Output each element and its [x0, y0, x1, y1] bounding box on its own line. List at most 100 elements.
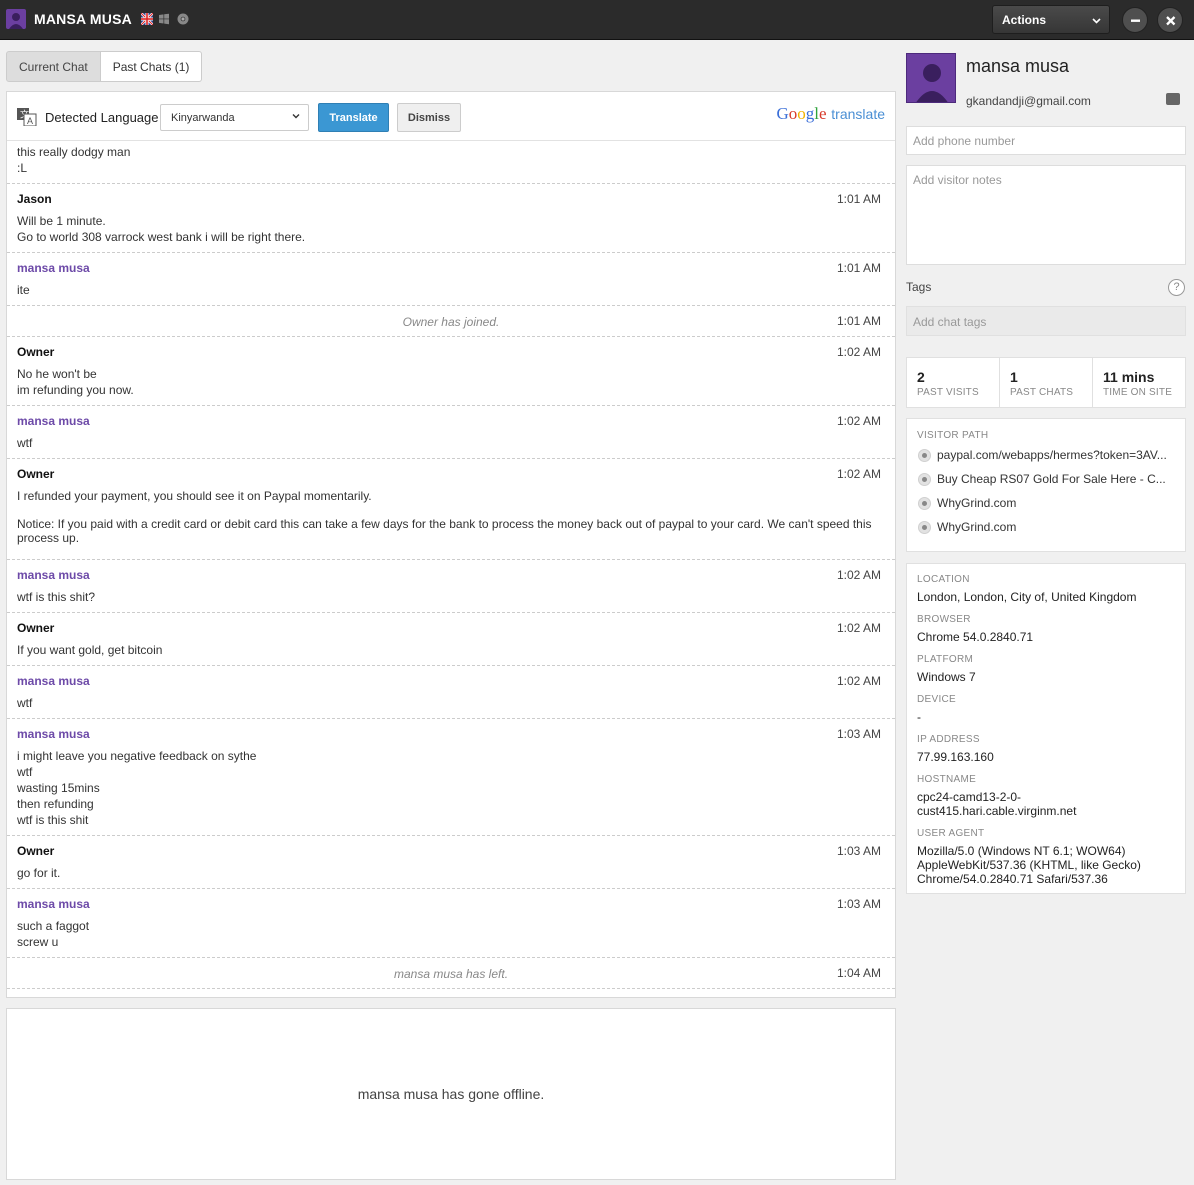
windows-icon: [158, 13, 170, 25]
visitor-message: mansa musa 1:03 AM i might leave you negat…: [7, 719, 895, 836]
path-item-label: WhyGrind.com: [937, 496, 1017, 510]
message-line: such a faggot: [17, 919, 90, 933]
message-body: go for it.: [17, 865, 60, 881]
chat-panel: 文A Detected Language Kinyarwanda Transla…: [6, 91, 896, 998]
visitor-title: MANSA MUSA: [34, 11, 132, 27]
chevron-down-icon: [292, 112, 300, 123]
stat-value: 11 mins: [1103, 369, 1155, 385]
language-select-value: Kinyarwanda: [171, 112, 235, 124]
message-sender: mansa musa: [17, 727, 90, 741]
message-time: 1:02 AM: [836, 345, 881, 359]
phone-field[interactable]: Add phone number: [906, 126, 1186, 155]
visitor-avatar-icon: [6, 9, 26, 29]
message-body: Will be 1 minute. Go to world 308 varrock…: [17, 213, 305, 245]
path-item-label: Buy Cheap RS07 Gold For Sale Here - C...: [937, 472, 1166, 486]
message-body: I refunded your payment, you should see …: [17, 488, 872, 546]
stat-caption: TIME ON SITE: [1103, 387, 1173, 398]
path-item-label: paypal.com/webapps/hermes?token=3AV...: [937, 448, 1167, 462]
info-value: cpc24-camd13-2-0- cust415.hari.cable.vir…: [917, 790, 1077, 818]
message-line: wtf is this shit: [17, 813, 89, 827]
message-time: 1:03 AM: [836, 844, 881, 858]
message-line: Will be 1 minute.: [17, 214, 106, 228]
message-body: No he won't be im refunding you now.: [17, 366, 134, 398]
info-value: Chrome 54.0.2840.71: [917, 630, 1034, 644]
agent-message: Owner 1:02 AM If you want gold, get bitcoi…: [7, 613, 895, 666]
visitor-name: mansa musa: [966, 56, 1070, 76]
message-sender: Owner: [17, 621, 55, 635]
translate-button[interactable]: Translate: [318, 103, 389, 132]
visitor-message: mansa musa 1:02 AM wtf: [7, 406, 895, 459]
path-item[interactable]: Buy Cheap RS07 Gold For Sale Here - C...: [917, 472, 1179, 488]
message-line: wtf: [17, 436, 33, 450]
message-body: If you want gold, get bitcoin: [17, 642, 162, 658]
minimize-button[interactable]: [1122, 7, 1148, 33]
actions-dropdown[interactable]: Actions: [992, 5, 1110, 34]
info-value: 77.99.163.160: [917, 750, 994, 764]
chevron-down-icon: [1092, 14, 1101, 28]
uk-flag-icon: [140, 12, 154, 26]
stat-time-on-site: 11 mins TIME ON SITE: [1093, 358, 1185, 407]
message-body: wtf: [17, 435, 32, 451]
system-message-text: Owner has joined.: [402, 315, 500, 329]
message-line: wtf: [17, 696, 33, 710]
message-line: i might leave you negative feedback on s…: [17, 749, 257, 763]
stat-value: 1: [1010, 369, 1018, 385]
language-select[interactable]: Kinyarwanda: [160, 104, 309, 131]
visitor-info: LOCATION London, London, City of, United…: [906, 563, 1186, 894]
message-sender: Owner: [17, 345, 55, 359]
translate-icon: 文A: [17, 108, 37, 127]
message-line: screw u: [17, 935, 59, 949]
path-item[interactable]: paypal.com/webapps/hermes?token=3AV...: [917, 448, 1179, 464]
help-icon[interactable]: ?: [1168, 279, 1185, 296]
stat-caption: PAST VISITS: [917, 387, 979, 398]
message-line: I refunded your payment, you should see …: [17, 489, 372, 503]
top-bar: MANSA MUSA Actions: [0, 0, 1194, 40]
path-item[interactable]: WhyGrind.com: [917, 496, 1179, 512]
message-line: im refunding you now.: [17, 383, 134, 397]
message-line: :L: [17, 161, 28, 175]
message-line: Go to world 308 varrock west bank i will…: [17, 230, 306, 244]
visitor-email: gkandandji@gmail.com: [966, 94, 1091, 108]
agent-message: Jason 1:01 AM Will be 1 minute. Go to world…: [7, 184, 895, 253]
message-body: i might leave you negative feedback on s…: [17, 748, 256, 828]
message-line: No he won't be: [17, 367, 97, 381]
message-line: wtf: [17, 765, 33, 779]
message-body: ite: [17, 282, 30, 298]
path-item[interactable]: WhyGrind.com: [917, 520, 1179, 536]
message-time: 1:01 AM: [836, 192, 881, 206]
tab-current-chat[interactable]: Current Chat: [6, 51, 101, 82]
path-item-label: WhyGrind.com: [937, 520, 1017, 534]
email-card-icon[interactable]: [1166, 93, 1180, 105]
agent-message: Owner 1:03 AM go for it.: [7, 836, 895, 889]
google-wordmark: Google: [776, 104, 827, 123]
info-caption: IP ADDRESS: [917, 734, 980, 745]
chat-tags-input[interactable]: Add chat tags: [906, 306, 1186, 336]
message-sender: Owner: [17, 467, 55, 481]
person-icon: [916, 64, 948, 102]
stat-past-visits: 2 PAST VISITS: [907, 358, 1000, 407]
detected-language-label: Detected Language: [45, 110, 159, 125]
visitor-message: mansa musa 1:02 AM wtf: [7, 666, 895, 719]
message-body: such a faggot screw u: [17, 918, 89, 950]
svg-text:A: A: [27, 116, 33, 126]
message-line: process up.: [17, 531, 80, 545]
message-line: If you want gold, get bitcoin: [17, 643, 163, 657]
page-dot-icon: [918, 449, 931, 462]
info-caption: BROWSER: [917, 614, 971, 625]
close-button[interactable]: [1157, 7, 1183, 33]
visitor-path: VISITOR PATH paypal.com/webapps/hermes?t…: [906, 418, 1186, 552]
message-line: wtf is this shit?: [17, 590, 96, 604]
translate-bar: 文A Detected Language Kinyarwanda Transla…: [7, 92, 895, 141]
info-value: Windows 7: [917, 670, 976, 684]
info-value: London, London, City of, United Kingdom: [917, 590, 1137, 604]
stat-past-chats: 1 PAST CHATS: [1000, 358, 1093, 407]
message-sender: mansa musa: [17, 897, 90, 911]
tags-label: Tags: [906, 280, 932, 294]
page-dot-icon: [918, 497, 931, 510]
tab-past-chats[interactable]: Past Chats (1): [100, 51, 203, 82]
visitor-notes-field[interactable]: Add visitor notes: [906, 165, 1186, 265]
dismiss-button[interactable]: Dismiss: [397, 103, 461, 132]
message-line: [17, 504, 872, 516]
chat-tabs: Current Chat Past Chats (1): [6, 51, 203, 82]
message-body: wtf: [17, 695, 32, 711]
